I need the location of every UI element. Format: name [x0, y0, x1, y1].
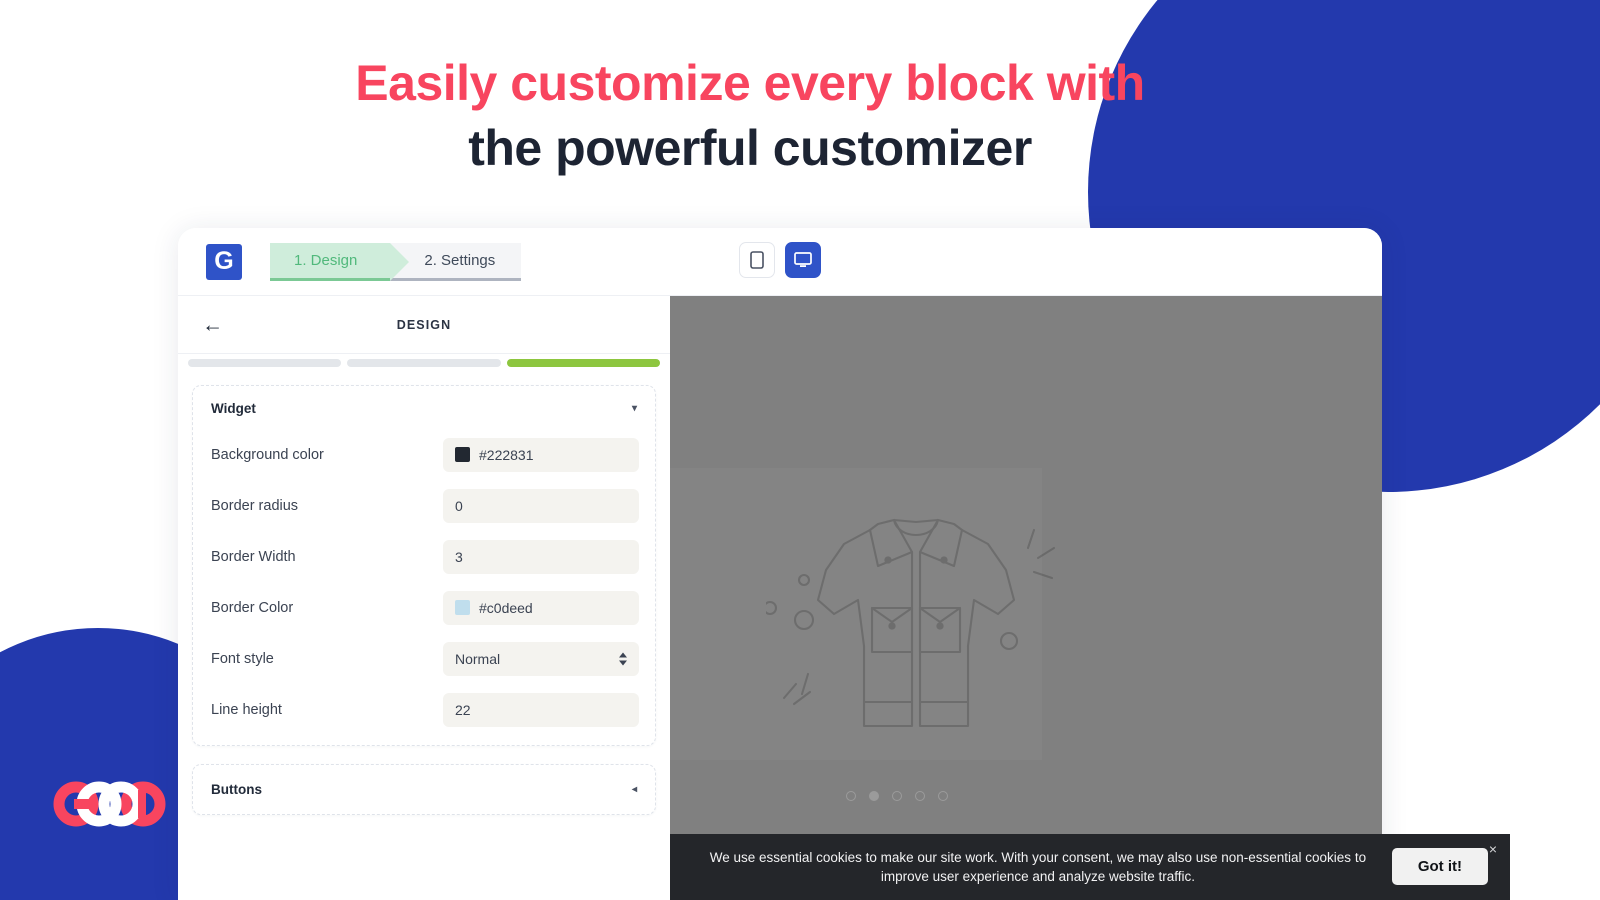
good-brand-logo: [50, 780, 174, 828]
carousel-dot[interactable]: [915, 791, 925, 801]
step-breadcrumb: 1. Design 2. Settings: [270, 242, 522, 281]
step-tab-design[interactable]: 1. Design: [270, 242, 410, 281]
section-widget-header[interactable]: Widget ▾: [193, 386, 655, 429]
section-widget-title: Widget: [211, 401, 256, 416]
step-tab-design-label: 1. Design: [294, 251, 358, 269]
field-border-width: Border Width 3: [193, 531, 655, 582]
text-input-border-width[interactable]: 3: [443, 539, 639, 574]
field-value: 3: [455, 548, 463, 565]
color-swatch: [455, 600, 470, 615]
chevron-left-icon[interactable]: ◂: [632, 784, 637, 795]
color-input-border[interactable]: #c0deed: [443, 590, 639, 625]
field-label: Background color: [211, 446, 324, 463]
chevron-down-icon[interactable]: ▾: [632, 403, 637, 414]
cookie-accept-button[interactable]: Got it!: [1391, 848, 1488, 886]
section-buttons-title: Buttons: [211, 782, 262, 797]
app-topbar: G 1. Design 2. Settings: [178, 228, 1382, 296]
field-border-radius: Border radius 0: [193, 480, 655, 531]
progress-segment: [188, 359, 342, 367]
color-input-background[interactable]: #222831: [443, 437, 639, 472]
field-label: Border radius: [211, 497, 299, 514]
preview-pane: [670, 296, 1382, 900]
mobile-icon: [750, 251, 764, 269]
page-headline: Easily customize every block with the po…: [0, 54, 1500, 178]
carousel-dot-active[interactable]: [869, 791, 879, 801]
design-panel-title: DESIGN: [396, 317, 452, 332]
carousel-dot[interactable]: [846, 791, 856, 801]
cookie-banner-text: We use essential cookies to make our sit…: [709, 849, 1367, 884]
field-border-color: Border Color #c0deed: [193, 582, 655, 633]
field-line-height: Line height 22: [193, 684, 655, 735]
mobile-preview-button[interactable]: [739, 242, 775, 278]
text-input-border-radius[interactable]: 0: [443, 488, 639, 523]
color-swatch: [455, 447, 470, 462]
app-body: ← DESIGN Widget ▾ Background color #2228…: [178, 296, 1382, 900]
field-label: Font style: [211, 650, 274, 667]
field-label: Line height: [211, 701, 282, 718]
text-input-line-height[interactable]: 22: [443, 692, 639, 727]
step-tab-settings-label: 2. Settings: [424, 251, 496, 269]
step-tab-settings[interactable]: 2. Settings: [390, 242, 522, 281]
field-value: #c0deed: [479, 599, 533, 616]
progress-steps: [178, 354, 670, 367]
section-buttons-header[interactable]: Buttons ◂: [193, 765, 655, 814]
headline-line-2: the powerful customizer: [468, 120, 1032, 176]
progress-segment: [347, 359, 501, 367]
headline-line-1: Easily customize every block with: [355, 55, 1145, 111]
carousel-dot[interactable]: [938, 791, 948, 801]
device-preview-toggle: [739, 242, 821, 278]
carousel-dots[interactable]: [846, 791, 948, 801]
field-value: Normal: [455, 650, 501, 667]
desktop-preview-button[interactable]: [785, 242, 821, 278]
field-background-color: Background color #222831: [193, 429, 655, 480]
design-panel-header: ← DESIGN: [178, 296, 670, 354]
shirt-illustration: [762, 496, 1066, 766]
design-panel-scroll[interactable]: Widget ▾ Background color #222831 Border: [178, 367, 670, 815]
field-value: 0: [455, 497, 463, 514]
field-label: Border Color: [211, 599, 294, 616]
carousel-dot[interactable]: [892, 791, 902, 801]
section-buttons: Buttons ◂: [192, 764, 656, 815]
back-arrow-icon[interactable]: ←: [192, 308, 233, 341]
page-root: Easily customize every block with the po…: [0, 0, 1600, 900]
select-stepper-icon[interactable]: [619, 652, 627, 665]
field-font-style: Font style Normal: [193, 633, 655, 684]
cookie-consent-banner: × We use essential cookies to make our s…: [670, 833, 1510, 900]
design-panel: ← DESIGN Widget ▾ Background color #2228…: [178, 296, 670, 900]
app-logo-icon: G: [206, 243, 242, 280]
field-label: Border Width: [211, 548, 296, 565]
select-font-style[interactable]: Normal: [443, 641, 639, 676]
field-value: #222831: [479, 446, 534, 463]
app-window: G 1. Design 2. Settings ← DESIGN Widget …: [178, 228, 1382, 900]
close-icon[interactable]: ×: [1485, 840, 1501, 858]
progress-segment-active: [506, 359, 660, 367]
desktop-monitor-icon: [794, 252, 812, 267]
section-widget: Widget ▾ Background color #222831 Border: [192, 385, 656, 746]
field-value: 22: [455, 701, 471, 718]
